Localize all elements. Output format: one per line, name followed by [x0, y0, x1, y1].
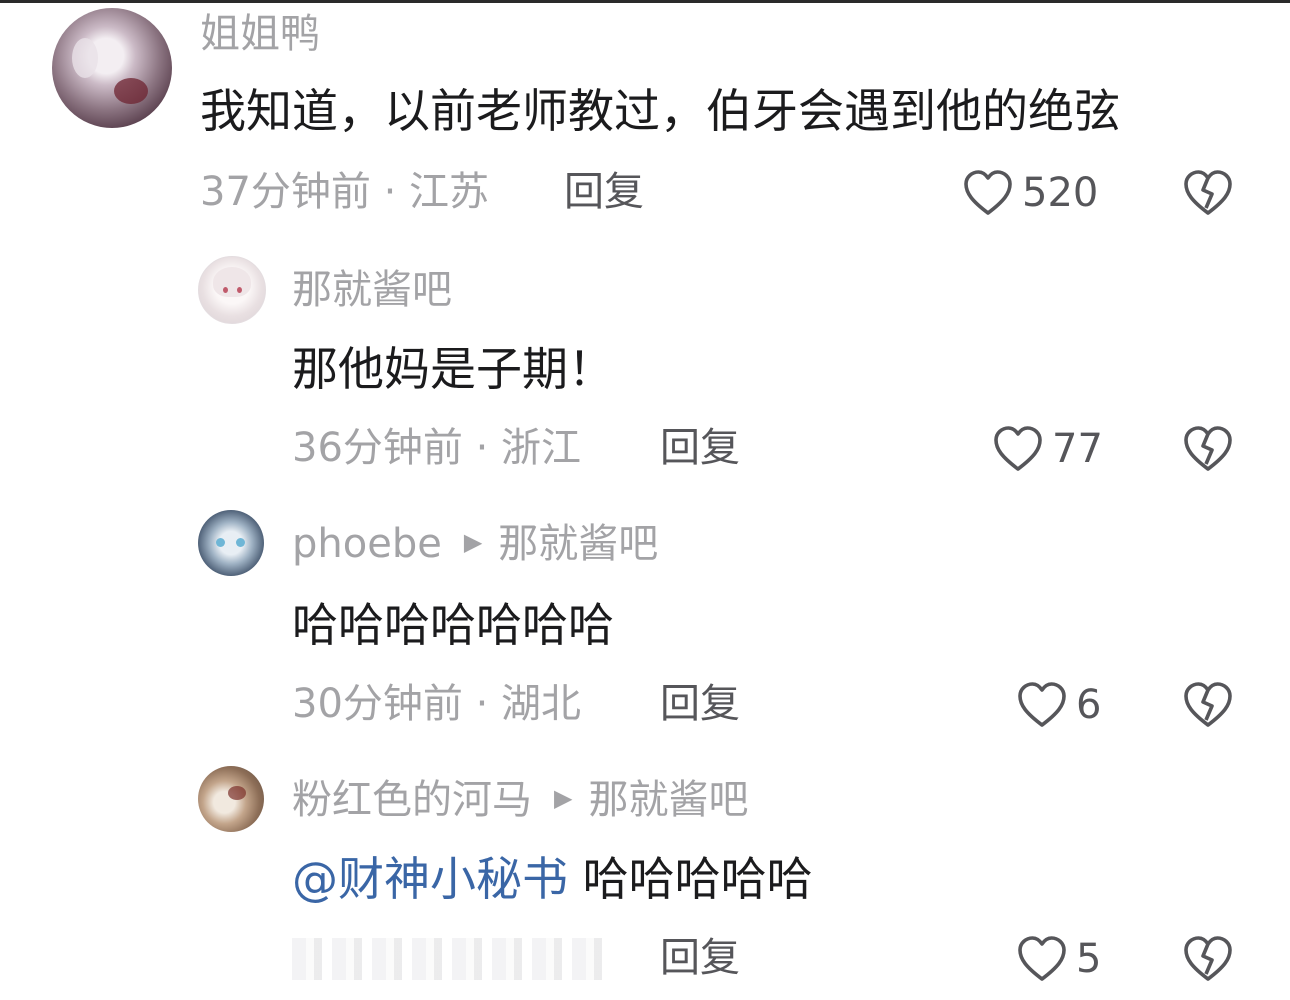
avatar[interactable] [52, 8, 172, 128]
heart-outline-icon [1018, 682, 1066, 727]
reply-target-username[interactable]: 那就酱吧 [588, 777, 748, 823]
like-button[interactable]: 5 [1016, 934, 1101, 984]
like-count: 5 [1076, 936, 1102, 982]
broken-heart-icon[interactable] [1182, 424, 1234, 474]
reply-header: 粉红色的河马 ▶ 那就酱吧 [292, 780, 748, 820]
comment-time-location: 30分钟前 · 湖北 [292, 681, 582, 727]
comment-text: @财神小秘书 哈哈哈哈哈 [292, 856, 813, 902]
reply-button[interactable]: 回复 [660, 684, 740, 724]
top-divider [0, 0, 1290, 3]
avatar[interactable] [198, 766, 264, 832]
username[interactable]: 那就酱吧 [292, 270, 452, 310]
heart-outline-icon [994, 426, 1042, 471]
avatar[interactable] [198, 510, 264, 576]
reply-header: phoebe ▶ 那就酱吧 [292, 524, 658, 564]
avatar[interactable] [198, 256, 266, 324]
like-button[interactable]: 77 [992, 424, 1103, 474]
broken-heart-icon[interactable] [1182, 168, 1234, 218]
like-button[interactable]: 520 [962, 168, 1098, 218]
play-triangle-icon: ▶ [554, 784, 573, 812]
comment-time-location: 37分钟前 · 江苏 [200, 169, 490, 215]
comment-text: 那他妈是子期！ [292, 342, 614, 396]
username[interactable]: 粉红色的河马 [292, 777, 532, 823]
reply-button[interactable]: 回复 [660, 428, 740, 468]
broken-heart-icon[interactable] [1182, 934, 1234, 984]
like-count: 520 [1022, 170, 1099, 216]
like-button[interactable]: 6 [1016, 680, 1101, 730]
comment-time-location: 36分钟前 · 浙江 [292, 425, 582, 471]
heart-outline-icon [964, 170, 1012, 215]
reply-target-username[interactable]: 那就酱吧 [498, 521, 658, 567]
broken-heart-icon[interactable] [1182, 680, 1234, 730]
reply-button[interactable]: 回复 [564, 172, 644, 212]
like-count: 6 [1076, 682, 1102, 728]
username[interactable]: phoebe [292, 521, 442, 567]
comment-body: 哈哈哈哈哈 [568, 852, 813, 906]
comment-text: 我知道，以前老师教过，伯牙会遇到他的绝弦 [200, 84, 1120, 138]
reply-button[interactable]: 回复 [660, 938, 740, 978]
blurred-time-location [292, 938, 612, 980]
comment-text: 哈哈哈哈哈哈哈 [292, 598, 614, 652]
username[interactable]: 姐姐鸭 [200, 14, 320, 54]
play-triangle-icon: ▶ [463, 528, 483, 556]
heart-outline-icon [1018, 936, 1066, 981]
like-count: 77 [1052, 426, 1103, 472]
mention-link[interactable]: @财神小秘书 [292, 852, 568, 906]
